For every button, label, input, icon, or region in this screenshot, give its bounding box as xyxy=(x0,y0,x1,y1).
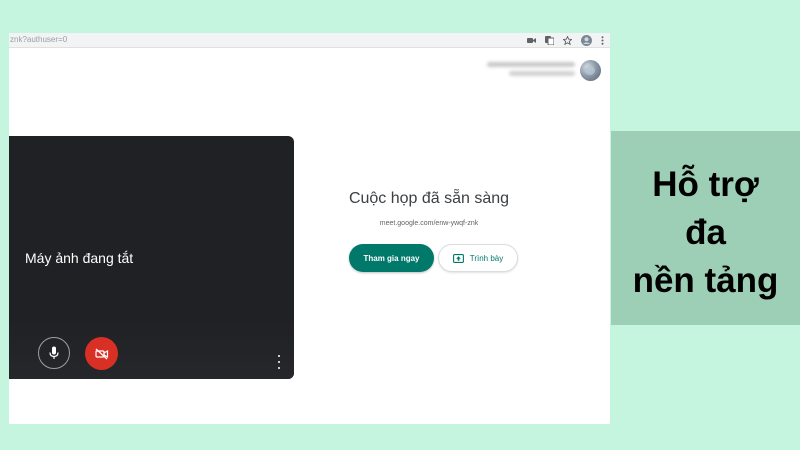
caption-line: Hỗ trợ xyxy=(652,165,759,204)
present-screen-icon xyxy=(452,253,464,263)
present-label: Trình bày xyxy=(469,253,504,263)
menu-icon[interactable] xyxy=(601,35,604,45)
star-icon[interactable] xyxy=(563,35,572,45)
user-avatar[interactable] xyxy=(580,60,601,81)
more-vertical-icon xyxy=(278,355,280,357)
profile-icon[interactable] xyxy=(581,34,592,46)
camera-off-icon xyxy=(94,348,108,359)
url-text[interactable]: znk?authuser=0 xyxy=(10,34,67,46)
caption-line: đa xyxy=(685,213,726,252)
video-preview: Máy ảnh đang tắt xyxy=(9,136,294,379)
camera-off-message: Máy ảnh đang tắt xyxy=(25,250,134,266)
browser-screenshot: znk?authuser=0 Máy ảnh đang tắt Cuộc họp… xyxy=(9,33,610,424)
address-bar-icons xyxy=(527,34,604,46)
camera-toggle-button[interactable] xyxy=(85,337,118,370)
microphone-button[interactable] xyxy=(38,337,70,369)
camera-icon[interactable] xyxy=(527,37,536,44)
more-options-button[interactable] xyxy=(276,355,282,369)
translate-icon[interactable] xyxy=(545,35,554,45)
join-now-label: Tham gia ngay xyxy=(363,253,420,263)
present-button[interactable]: Trình bày xyxy=(438,244,518,272)
address-bar[interactable]: znk?authuser=0 xyxy=(9,33,610,48)
meeting-ready-title: Cuộc họp đã sẵn sàng xyxy=(348,190,510,207)
microphone-icon xyxy=(49,346,59,359)
caption-line: nền tảng xyxy=(632,261,779,300)
join-now-button[interactable]: Tham gia ngay xyxy=(349,244,434,272)
caption-box: Hỗ trợ đa nền tảng xyxy=(611,131,800,325)
meeting-link: meet.google.com/enw-ywqf-znk xyxy=(379,220,479,227)
caption-text: Hỗ trợ đa nền tảng xyxy=(611,161,800,305)
account-info-blurred xyxy=(483,60,575,80)
